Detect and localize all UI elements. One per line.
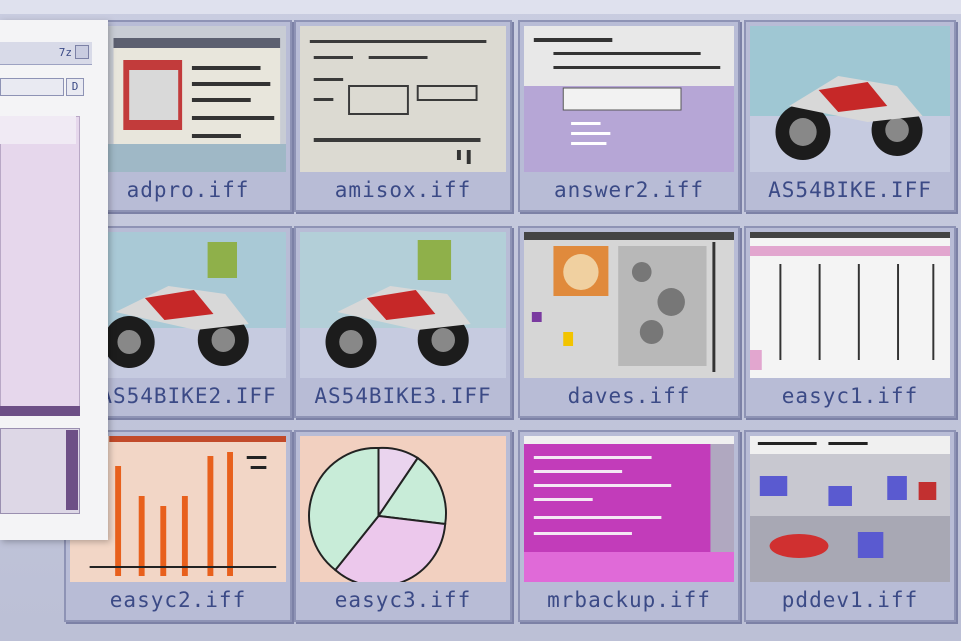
thumbnail-pddev1: [750, 436, 950, 582]
thumbnail-adpro: [90, 26, 286, 172]
file-name-label: AS54BIKE.IFF: [768, 178, 932, 202]
panel-divider: [0, 406, 80, 416]
thumbnail-as54bike3: [300, 232, 506, 378]
file-tile-daves[interactable]: daves.iff: [518, 226, 740, 418]
thumbnail-easyc1: [750, 232, 950, 378]
file-tile-as54bike3[interactable]: AS54BIKE3.IFF: [294, 226, 512, 418]
file-name-label: AS54BIKE2.IFF: [99, 384, 277, 408]
file-tile-as54bike2[interactable]: AS54BIKE2.IFF: [84, 226, 292, 418]
file-name-label: adpro.iff: [126, 178, 250, 202]
file-tile-easyc3[interactable]: easyc3.iff: [294, 430, 512, 622]
file-tile-mrbackup[interactable]: mrbackup.iff: [518, 430, 740, 622]
file-name-label: mrbackup.iff: [547, 588, 711, 612]
path-input[interactable]: [0, 78, 64, 96]
file-tile-adpro[interactable]: adpro.iff: [84, 20, 292, 212]
thumbnail-as54bike2: [90, 232, 286, 378]
scrollbar[interactable]: [66, 430, 78, 510]
thumbnail-daves: [524, 232, 734, 378]
file-name-label: pddev1.iff: [781, 588, 919, 612]
file-tile-as54bike[interactable]: AS54BIKE.IFF: [744, 20, 956, 212]
requester-titlebar[interactable]: 7z: [0, 42, 92, 65]
file-list[interactable]: [0, 116, 80, 412]
field-button[interactable]: D: [66, 78, 84, 96]
thumbnail-as54bike: [750, 26, 950, 172]
list-selected-row[interactable]: [0, 116, 76, 144]
file-tile-easyc1[interactable]: easyc1.iff: [744, 226, 956, 418]
thumbnail-answer2: [524, 26, 734, 172]
file-name-label: easyc3.iff: [334, 588, 472, 612]
screen-top-strip: [0, 0, 961, 14]
file-name-label: daves.iff: [567, 384, 691, 408]
file-name-label: answer2.iff: [553, 178, 705, 202]
file-name-label: easyc1.iff: [781, 384, 919, 408]
file-name-label: amisox.iff: [334, 178, 472, 202]
titlebar-text: 7z: [58, 46, 72, 59]
file-tile-pddev1[interactable]: pddev1.iff: [744, 430, 956, 622]
file-name-label: easyc2.iff: [109, 588, 247, 612]
thumbnail-amisox: [300, 26, 506, 172]
file-tile-answer2[interactable]: answer2.iff: [518, 20, 740, 212]
side-requester-window: 7z D: [0, 20, 108, 540]
file-name-label: AS54BIKE3.IFF: [314, 384, 492, 408]
thumbnail-easyc3: [300, 436, 506, 582]
thumbnail-mrbackup: [524, 436, 734, 582]
file-tile-amisox[interactable]: amisox.iff: [294, 20, 512, 212]
depth-gadget-icon[interactable]: [75, 45, 89, 59]
